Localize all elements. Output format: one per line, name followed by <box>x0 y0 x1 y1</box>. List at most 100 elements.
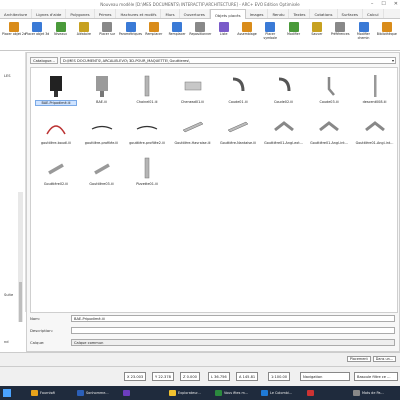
taskbar-app[interactable]: Explorateur... <box>168 388 201 398</box>
object-thumbnail[interactable]: Gouttière01-Angl-int... <box>308 113 350 153</box>
left-panel-item[interactable]: LES <box>4 74 11 78</box>
object-thumbnail[interactable]: BAE-Pripodimé.iii <box>35 72 77 112</box>
object-filename: BAE-Pripodimé.iii <box>35 100 77 106</box>
tab-surfaces[interactable]: Surfaces <box>338 9 363 18</box>
tab-rendu[interactable]: Rendu <box>268 9 290 18</box>
app-icon <box>307 390 314 396</box>
maximize-icon[interactable]: ☐ <box>381 1 385 7</box>
object-preview-icon <box>134 155 160 181</box>
ribbon-button-biblioth-que[interactable]: Bibliothèque <box>375 21 399 43</box>
taskbar-app[interactable]: Vous êtes m... <box>214 388 248 398</box>
ribbon-button-sauver[interactable]: Sauver <box>305 21 329 43</box>
ribbon-button-placer-objet-3d[interactable]: Placer objet 3d <box>25 21 49 43</box>
coord-x[interactable]: X 23.003 <box>124 372 147 381</box>
tab-architecture[interactable]: Architecture <box>0 9 33 18</box>
object-thumbnail[interactable]: Coude01.iii <box>217 72 259 112</box>
description-field[interactable] <box>71 327 395 334</box>
object-preview-icon <box>225 114 251 140</box>
object-preview-icon <box>271 114 297 140</box>
tab-textes[interactable]: Textes <box>289 9 311 18</box>
ribbon-button-repositionner[interactable]: Repositionner <box>188 21 212 43</box>
tab-calcul[interactable]: Calcul <box>363 9 384 18</box>
object-preview-icon <box>134 73 160 99</box>
ribbon-button-niveaux[interactable]: Niveaux <box>49 21 73 43</box>
ribbon-button-remplacer[interactable]: Remplacer <box>165 21 189 43</box>
ribbon-button-remplacer[interactable]: Remplacer <box>142 21 166 43</box>
mode-select[interactable]: Navigation <box>300 372 350 381</box>
object-filename: Gouttière-Havraise.iii <box>174 141 211 145</box>
ribbon-button-label: Préférences <box>330 32 350 36</box>
ribbon-button-assemblage[interactable]: Assemblage <box>235 21 259 43</box>
folder-path-select[interactable]: D:\MES DOCUMENTS\ ARCALIB-EVO\ 3D-POUR_M… <box>60 57 396 64</box>
object-thumbnail[interactable]: Gouttière02.iii <box>35 154 77 194</box>
taskbar-app[interactable] <box>306 388 316 398</box>
ribbon-button-label: Modifier <box>287 32 301 36</box>
object-preview-icon <box>316 114 342 140</box>
tab-polygones[interactable]: Polygones <box>66 9 95 18</box>
object-thumbnail[interactable]: gouttière-boudl.iii <box>35 113 77 153</box>
object-thumbnail[interactable]: Coude02.iii <box>263 72 305 112</box>
ribbon-button-label: Modifier chemin <box>357 32 370 40</box>
tab-ouvertures[interactable]: Ouvertures <box>180 9 210 18</box>
object-thumbnail[interactable]: Gouttière-Nantaise.iii <box>217 113 259 153</box>
ribbon-button-liste[interactable]: Liste <box>212 21 236 43</box>
taskbar-app[interactable]: Mots de Pa... <box>352 388 384 398</box>
taskbar-app[interactable]: Fournisél <box>30 388 55 398</box>
tab-murs[interactable]: Murs <box>161 9 180 18</box>
taskbar-app[interactable] <box>122 388 132 398</box>
object-thumbnail[interactable]: Pizzette01.iii <box>126 154 168 194</box>
ribbon-button-placer-objet-2d[interactable]: Placer objet 2d <box>2 21 26 43</box>
object-thumbnail[interactable]: Gouttière-Havraise.iii <box>172 113 214 153</box>
object-thumbnail[interactable]: Gouttière01-Angl-int... <box>354 113 396 153</box>
object-filename: Gouttière01-Angl-int... <box>355 141 394 145</box>
ribbon-button-param-triques[interactable]: Paramétriques <box>119 21 143 43</box>
object-thumbnail[interactable]: Chainel01.iii <box>126 72 168 112</box>
ribbon-tool-icon <box>311 22 322 32</box>
windows-start-icon[interactable] <box>3 389 11 397</box>
object-preview-icon <box>362 114 388 140</box>
ribbon-button-label: Remplacer <box>168 32 186 36</box>
ribbon-button-placer-sur[interactable]: Placer sur <box>95 21 119 43</box>
catalogue-button[interactable]: Catalogue... <box>30 57 58 64</box>
taskbar-app[interactable]: Le Colombi... <box>260 388 292 398</box>
ribbon-button-label: Repositionner <box>189 32 212 36</box>
left-panel-item[interactable]: Suite <box>4 293 13 297</box>
object-thumbnail[interactable]: Coude03.iii <box>308 72 350 112</box>
taskbar-app-label: Explorateur... <box>178 391 201 395</box>
title-bar: Nouveau modèle [D:\MES DOCUMENTS\ INTERA… <box>0 0 400 9</box>
close-icon[interactable]: ✕ <box>394 1 398 7</box>
object-thumbnail[interactable]: Chenead01.iii <box>172 72 214 112</box>
left-panel-item[interactable]: nd <box>4 340 9 344</box>
layer-field[interactable]: Calque commun <box>71 339 395 346</box>
length-field[interactable]: L 36.756 <box>208 372 230 381</box>
ribbon-button-label: Aléatoire <box>76 32 92 36</box>
ribbon-button-modifier-chemin[interactable]: Modifier chemin <box>352 21 376 43</box>
object-thumbnail[interactable]: gouttière-profilée.iii <box>81 113 123 153</box>
scale-select[interactable]: 1:100.00 <box>268 372 291 381</box>
chevron-down-icon[interactable]: ▾ <box>392 58 394 63</box>
angle-field[interactable]: A 145.81 <box>236 372 259 381</box>
left-panel-scrollbar[interactable] <box>18 192 23 322</box>
name-field[interactable]: BAE-Pripodimé.iii <box>71 315 395 322</box>
scroll-thumb[interactable] <box>19 282 22 322</box>
tab-primes[interactable]: Primes <box>95 9 117 18</box>
object-thumbnail[interactable]: Gouttière03.iii <box>81 154 123 194</box>
ribbon-button-placer-symbole[interactable]: Placer symbole <box>258 21 282 43</box>
tab-images[interactable]: Images <box>246 9 269 18</box>
ribbon-button-modifier[interactable]: Modifier <box>282 21 306 43</box>
hint-status: Dans un... <box>372 356 396 362</box>
tab-lignes-d-aide[interactable]: Lignes d'aide <box>32 9 67 18</box>
ribbon-button-pr-f-rences[interactable]: Préférences <box>328 21 352 43</box>
tab-hachures-et-motifs[interactable]: Hachures et motifs <box>116 9 162 18</box>
object-thumbnail[interactable]: BAE.iii <box>81 72 123 112</box>
object-thumbnail[interactable]: Gouttière01-Angl-ext... <box>263 113 305 153</box>
coord-z[interactable]: Z 0.000 <box>180 372 200 381</box>
filter-select[interactable]: Basoule filtre ce ... <box>354 372 398 381</box>
object-thumbnail[interactable]: descent008.iii <box>354 72 396 112</box>
coord-y[interactable]: Y 22.378 <box>152 372 174 381</box>
taskbar-app[interactable]: Sonhomme... <box>76 388 109 398</box>
minimize-icon[interactable]: – <box>371 1 374 7</box>
tab-cotations[interactable]: Cotations <box>310 9 338 18</box>
ribbon-button-al-atoire[interactable]: Aléatoire <box>72 21 96 43</box>
object-thumbnail[interactable]: gouttière-profilée2.iii <box>126 113 168 153</box>
